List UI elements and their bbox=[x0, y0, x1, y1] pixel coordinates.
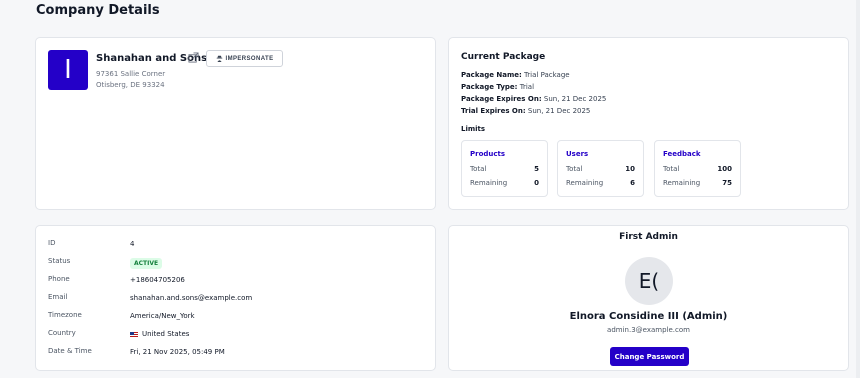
trial-expires-value: Sun, 21 Dec 2025 bbox=[527, 107, 591, 115]
limit-total-label: Total bbox=[566, 165, 583, 173]
avatar: E( bbox=[625, 257, 673, 305]
limit-total-value: 10 bbox=[625, 165, 635, 173]
phone-value: +18604705206 bbox=[130, 276, 185, 284]
admin-heading: First Admin bbox=[619, 232, 678, 242]
impersonate-label: IMPERSONATE bbox=[225, 55, 274, 62]
user-secret-icon bbox=[216, 55, 222, 62]
limit-remaining-value: 6 bbox=[630, 179, 635, 187]
package-expires-line: Package Expires On: Sun, 21 Dec 2025 bbox=[461, 95, 606, 103]
package-expires-label: Package Expires On: bbox=[461, 95, 542, 103]
limit-remaining-label: Remaining bbox=[663, 179, 701, 187]
limit-remaining-value: 75 bbox=[722, 179, 732, 187]
status-label: Status bbox=[48, 257, 71, 265]
trial-expires-line: Trial Expires On: Sun, 21 Dec 2025 bbox=[461, 107, 590, 115]
limit-remaining-row: Remaining 0 bbox=[470, 179, 539, 187]
package-expires-value: Sun, 21 Dec 2025 bbox=[543, 95, 607, 103]
company-logo: I bbox=[48, 50, 88, 90]
limit-remaining-value: 0 bbox=[534, 179, 539, 187]
limit-name: Feedback bbox=[663, 150, 701, 158]
admin-email: admin.3@example.com bbox=[607, 326, 690, 334]
email-value: shanahan.and.sons@example.com bbox=[130, 294, 253, 302]
limit-remaining-row: Remaining 6 bbox=[566, 179, 635, 187]
country-label: Country bbox=[48, 329, 76, 337]
limit-name: Users bbox=[566, 150, 589, 158]
package-card: Current Package Package Name: Trial Pack… bbox=[448, 37, 849, 210]
datetime-label: Date & Time bbox=[48, 347, 92, 355]
phone-label: Phone bbox=[48, 275, 70, 283]
limit-total-label: Total bbox=[470, 165, 487, 173]
limit-total-value: 100 bbox=[717, 165, 732, 173]
page-title: Company Details bbox=[36, 3, 160, 18]
datetime-value: Fri, 21 Nov 2025, 05:49 PM bbox=[130, 348, 225, 356]
package-name-label: Package Name: bbox=[461, 71, 522, 79]
limits-title: Limits bbox=[461, 125, 486, 133]
limit-total-label: Total bbox=[663, 165, 680, 173]
admin-name: Elnora Considine III (Admin) bbox=[569, 311, 728, 322]
us-flag-icon bbox=[130, 331, 138, 337]
timezone-label: Timezone bbox=[48, 311, 82, 319]
email-label: Email bbox=[48, 293, 68, 301]
limit-name: Products bbox=[470, 150, 506, 158]
page-scrollbar[interactable] bbox=[856, 0, 860, 378]
company-card: I Shanahan and Sons IMPERSONATE 97361 Sa… bbox=[35, 37, 436, 210]
address-line-2: Otisberg, DE 93324 bbox=[96, 81, 165, 89]
limit-feedback: Feedback Total 100 Remaining 75 bbox=[654, 140, 741, 197]
status-badge: ACTIVE bbox=[130, 258, 163, 269]
package-section-title: Current Package bbox=[461, 52, 546, 62]
country-value: United States bbox=[142, 330, 190, 338]
package-type-line: Package Type: Trial bbox=[461, 83, 534, 91]
limit-total-row: Total 100 bbox=[663, 165, 732, 173]
id-label: ID bbox=[48, 239, 56, 247]
limit-total-value: 5 bbox=[534, 165, 539, 173]
timezone-value: America/New_York bbox=[130, 312, 195, 320]
limit-users: Users Total 10 Remaining 6 bbox=[557, 140, 644, 197]
package-type-label: Package Type: bbox=[461, 83, 518, 91]
country-value-row: United States bbox=[130, 330, 189, 338]
address-line-1: 97361 Sallie Corner bbox=[96, 70, 166, 78]
limit-remaining-label: Remaining bbox=[566, 179, 604, 187]
external-link-icon[interactable] bbox=[188, 52, 199, 63]
trial-expires-label: Trial Expires On: bbox=[461, 107, 526, 115]
limit-remaining-label: Remaining bbox=[470, 179, 508, 187]
impersonate-button[interactable]: IMPERSONATE bbox=[206, 50, 283, 67]
limit-total-row: Total 5 bbox=[470, 165, 539, 173]
limit-total-row: Total 10 bbox=[566, 165, 635, 173]
change-password-button[interactable]: Change Password bbox=[610, 347, 689, 366]
limit-products: Products Total 5 Remaining 0 bbox=[461, 140, 548, 197]
package-type-value: Trial bbox=[519, 83, 535, 91]
package-name-value: Trial Package bbox=[524, 71, 570, 79]
company-info-card: ID 4 Status ACTIVE Phone +18604705206 Em… bbox=[35, 225, 436, 371]
limit-remaining-row: Remaining 75 bbox=[663, 179, 732, 187]
id-value: 4 bbox=[130, 240, 135, 248]
first-admin-card: First Admin E( Elnora Considine III (Adm… bbox=[448, 225, 849, 371]
package-name-line: Package Name: Trial Package bbox=[461, 71, 570, 79]
